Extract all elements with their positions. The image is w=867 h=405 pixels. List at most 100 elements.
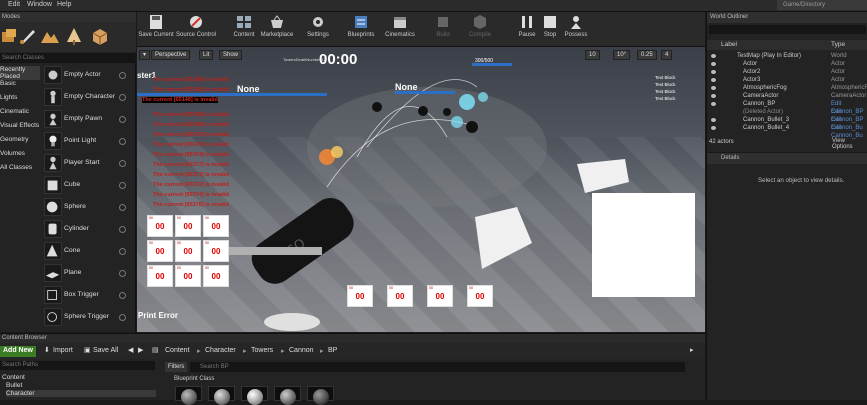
column-label[interactable]: Label — [721, 40, 737, 50]
asset-thumbnail[interactable] — [208, 386, 235, 405]
menu-window[interactable]: Window — [27, 1, 52, 8]
save-all-button[interactable]: Save All — [93, 346, 118, 356]
place-mode-icon[interactable] — [0, 26, 20, 46]
category-geometry[interactable]: Geometry — [0, 136, 40, 143]
place-cube[interactable]: Cube — [42, 176, 136, 196]
info-icon[interactable] — [119, 270, 126, 277]
category-visual-effects[interactable]: Visual Effects — [0, 122, 40, 129]
breadcrumb-content[interactable]: Content — [165, 347, 190, 354]
asset-thumbnail[interactable] — [241, 386, 268, 405]
settings-button[interactable]: Settings — [304, 14, 332, 45]
asset-search-input[interactable]: Search BP — [190, 362, 685, 372]
visibility-eye-icon[interactable] — [711, 62, 716, 66]
landscape-mode-icon[interactable] — [40, 26, 60, 46]
marketplace-button[interactable]: Marketplace — [259, 14, 295, 45]
place-cylinder[interactable]: Cylinder — [42, 220, 136, 240]
view-options-button[interactable]: View Options — [832, 138, 867, 150]
outliner-row[interactable]: Actor2 Actor — [707, 68, 867, 76]
place-sphere[interactable]: Sphere — [42, 198, 136, 218]
possess-button[interactable]: Possess — [563, 14, 589, 45]
content-button[interactable]: Content — [233, 14, 255, 45]
info-icon[interactable] — [119, 72, 126, 79]
filters-button[interactable]: Filters — [165, 362, 188, 372]
breadcrumb-towers[interactable]: Towers — [251, 347, 273, 354]
level-viewport[interactable]: GO ▾ Perspective Lit Show 10 10° 0.25 4 … — [137, 47, 705, 332]
outliner-search-input[interactable] — [709, 25, 866, 34]
category-lights[interactable]: Lights — [0, 94, 40, 101]
paint-mode-icon[interactable] — [18, 26, 38, 46]
breadcrumb-cannon[interactable]: Cannon — [289, 347, 314, 354]
visibility-eye-icon[interactable] — [711, 78, 716, 82]
visibility-eye-icon[interactable] — [711, 54, 716, 58]
breadcrumb-character[interactable]: Character — [205, 347, 236, 354]
info-icon[interactable] — [119, 94, 126, 101]
category-all-classes[interactable]: All Classes — [0, 164, 40, 171]
class-search-input[interactable]: Search Classes — [0, 53, 136, 63]
outliner-row[interactable]: Actor Actor — [707, 60, 867, 68]
compile-button[interactable]: Compile — [467, 14, 493, 45]
show-button[interactable]: Show — [219, 50, 243, 60]
info-icon[interactable] — [119, 314, 126, 321]
camera-speed-value[interactable]: 4 — [661, 50, 673, 60]
outliner-row[interactable]: Cannon_Bullet_4 Edit Cannon_Bu — [707, 124, 867, 139]
outliner-row[interactable]: Cannon_Bullet_3 Edit Cannon_Bu — [707, 116, 867, 131]
back-arrow-icon[interactable]: ◀ — [128, 346, 133, 356]
rotation-snap-value[interactable]: 10° — [613, 50, 631, 60]
column-type[interactable]: Type — [831, 40, 845, 50]
place-cone[interactable]: Cone — [42, 242, 136, 262]
visibility-eye-icon[interactable] — [711, 102, 716, 106]
outliner-row[interactable]: TestMap (Play In Editor) World — [707, 52, 867, 60]
info-icon[interactable] — [119, 292, 126, 299]
info-icon[interactable] — [119, 204, 126, 211]
folder-icon[interactable]: ▤ — [152, 346, 159, 356]
menu-help[interactable]: Help — [57, 1, 71, 8]
tree-item-character[interactable]: Character — [6, 390, 156, 397]
geometry-mode-icon[interactable] — [90, 26, 110, 46]
outliner-row[interactable]: AtmosphericFogAtmosphericFog — [707, 84, 867, 92]
info-icon[interactable] — [119, 182, 126, 189]
details-tab[interactable]: Details — [707, 153, 867, 164]
place-point-light[interactable]: Point Light — [42, 132, 136, 152]
tree-item-content[interactable]: Content — [2, 374, 25, 381]
category-recently-placed[interactable]: Recently Placed — [0, 66, 40, 80]
foliage-mode-icon[interactable] — [64, 26, 84, 46]
cinematics-button[interactable]: Cinematics — [384, 14, 416, 45]
menu-edit[interactable]: Edit — [8, 1, 20, 8]
forward-arrow-icon[interactable]: ▶ — [138, 346, 143, 356]
visibility-eye-icon[interactable] — [711, 126, 716, 130]
viewport-options-button[interactable]: ▾ — [139, 50, 151, 60]
asset-thumbnail[interactable] — [307, 386, 334, 405]
source-control-button[interactable]: Source Control — [175, 14, 217, 45]
place-empty-character[interactable]: Empty Character — [42, 88, 136, 108]
stop-button[interactable]: Stop — [541, 14, 559, 45]
category-volumes[interactable]: Volumes — [0, 150, 40, 157]
info-icon[interactable] — [119, 138, 126, 145]
visibility-eye-icon[interactable] — [711, 94, 716, 98]
info-icon[interactable] — [119, 116, 126, 123]
grid-snap-value[interactable]: 10 — [585, 50, 600, 60]
info-icon[interactable] — [119, 226, 126, 233]
place-plane[interactable]: Plane — [42, 264, 136, 284]
breadcrumb-bp[interactable]: BP — [328, 347, 337, 354]
blueprints-button[interactable]: Blueprints — [346, 14, 376, 45]
place-empty-actor[interactable]: Empty Actor — [42, 66, 136, 86]
paths-search-input[interactable]: Search Paths — [0, 361, 155, 370]
visibility-eye-icon[interactable] — [711, 118, 716, 122]
info-icon[interactable] — [119, 248, 126, 255]
visibility-eye-icon[interactable] — [711, 86, 716, 90]
asset-thumbnail[interactable] — [274, 386, 301, 405]
outliner-row[interactable]: Cannon_BP Edit Cannon_BP — [707, 100, 867, 115]
content-browser-tab[interactable]: Content Browser — [0, 334, 705, 343]
save-current-button[interactable]: Save Current — [138, 14, 174, 45]
asset-thumbnail[interactable] — [175, 386, 202, 405]
visibility-eye-icon[interactable] — [711, 70, 716, 74]
info-icon[interactable] — [119, 160, 126, 167]
add-new-button[interactable]: Add New — [0, 346, 36, 357]
category-cinematic[interactable]: Cinematic — [0, 108, 40, 115]
outliner-row[interactable]: CameraActor CameraActor — [707, 92, 867, 100]
outliner-row[interactable]: (Deleted Actor) Edit Cannon_BP — [707, 108, 867, 123]
place-box-trigger[interactable]: Box Trigger — [42, 286, 136, 306]
modes-tab[interactable]: Modes — [0, 12, 136, 22]
history-arrow-icon[interactable]: ▸ — [690, 346, 694, 356]
category-basic[interactable]: Basic — [0, 80, 40, 87]
